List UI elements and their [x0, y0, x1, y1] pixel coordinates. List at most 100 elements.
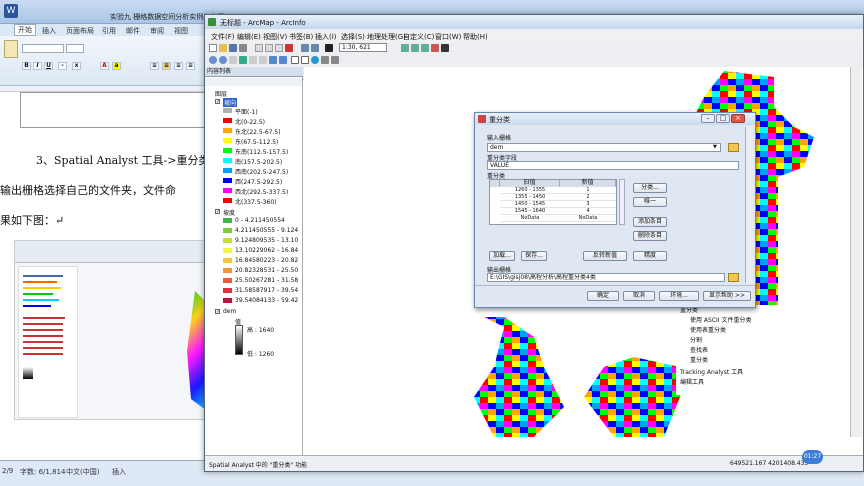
paste-icon[interactable] [4, 40, 18, 58]
undo-icon[interactable] [301, 44, 309, 52]
minimize-button[interactable]: – [701, 114, 715, 123]
layer-aspect-checkbox[interactable]: ✓ [215, 99, 220, 105]
align-center-button[interactable]: ≡ [162, 62, 171, 70]
load-button[interactable]: 加载... [489, 251, 515, 261]
old-value-cell[interactable]: 1450 - 1545 [500, 201, 560, 208]
reclass-table[interactable]: 旧值 新值 1260 - 1355 1 1355 - 1450 2 1450 -… [489, 179, 617, 225]
menu-help[interactable]: 帮助(H) [463, 32, 488, 42]
highlight-button[interactable]: a [112, 62, 121, 70]
menu-selection[interactable]: 选择(S) [341, 32, 365, 42]
input-raster-select[interactable]: dem [487, 143, 721, 152]
menu-edit[interactable]: 编辑(E) [237, 32, 261, 42]
classify-button[interactable]: 分类... [633, 183, 667, 193]
precision-button[interactable]: 精度 [633, 251, 667, 261]
menu-view[interactable]: 视图(V) [263, 32, 287, 42]
folder-icon[interactable] [728, 273, 739, 282]
output-raster-input[interactable]: E:\GIS\gisj08\高程分析\高程重分类4类 [487, 273, 725, 282]
catalog-icon[interactable] [421, 44, 429, 52]
map-vertical-scrollbar[interactable] [850, 67, 862, 437]
toolbox-item[interactable]: 编辑工具 [680, 377, 704, 386]
cut-icon[interactable] [255, 44, 263, 52]
layer-dem-checkbox[interactable]: ✓ [215, 309, 220, 315]
layer-dem-name[interactable]: dem [223, 308, 236, 315]
font-name-box[interactable] [22, 44, 64, 53]
fixed-zoom-out-icon[interactable] [259, 56, 267, 64]
menu-windows[interactable]: 窗口(W) [435, 32, 461, 42]
toolbox-item[interactable]: 使用 ASCII 文件重分类 [690, 315, 751, 324]
toolbox-item[interactable]: 重分类 [690, 355, 708, 364]
toolbox-item[interactable]: 分割 [690, 335, 702, 344]
layer-slope-name[interactable]: 坡度 [223, 208, 235, 217]
unique-button[interactable]: 唯一 [633, 197, 667, 207]
add-data-icon[interactable] [325, 44, 333, 52]
tab-insert[interactable]: 插入 [42, 26, 56, 36]
dialog-scrollbar[interactable] [745, 127, 753, 283]
save-button[interactable]: 保存... [521, 251, 547, 261]
print-icon[interactable] [239, 44, 247, 52]
paste-icon[interactable] [275, 44, 283, 52]
menu-bookmarks[interactable]: 书签(B) [289, 32, 313, 42]
delete-entries-button[interactable]: 删除条目 [633, 231, 667, 241]
font-size-box[interactable] [66, 44, 84, 53]
underline-button[interactable]: U [44, 62, 53, 70]
toc-root-layers[interactable]: 图层 [215, 89, 227, 98]
old-value-cell[interactable]: 1545 - 1640 [500, 208, 560, 215]
font-color-button[interactable]: A [100, 62, 109, 70]
folder-icon[interactable] [728, 143, 739, 152]
fixed-zoom-in-icon[interactable] [249, 56, 257, 64]
reverse-new-values-button[interactable]: 反转新值 [583, 251, 627, 261]
align-left-button[interactable]: ≡ [150, 62, 159, 70]
editor-icon[interactable] [401, 44, 409, 52]
italic-button[interactable]: I [33, 62, 42, 70]
identify-icon[interactable] [311, 56, 319, 64]
new-value-cell[interactable]: 2 [560, 194, 616, 201]
new-value-cell[interactable]: 1 [560, 187, 616, 194]
copy-icon[interactable] [265, 44, 273, 52]
old-value-cell[interactable]: 1260 - 1355 [500, 187, 560, 194]
redo-icon[interactable] [311, 44, 319, 52]
zoom-in-icon[interactable] [209, 56, 217, 64]
strikethrough-button[interactable]: - [58, 62, 67, 70]
old-value-cell[interactable]: NoData [500, 215, 560, 222]
tab-page-layout[interactable]: 页面布局 [66, 26, 94, 36]
toolbox-item[interactable]: 使用表重分类 [690, 325, 726, 334]
menu-file[interactable]: 文件(F) [211, 32, 235, 42]
python-icon[interactable] [441, 44, 449, 52]
add-entry-button[interactable]: 添加条目 [633, 217, 667, 227]
toolbox-item[interactable]: Tracking Analyst 工具 [680, 367, 743, 376]
cancel-button[interactable]: 取消 [623, 291, 655, 301]
table-scrollbar[interactable] [619, 179, 625, 225]
new-value-cell[interactable]: 4 [560, 208, 616, 215]
tab-view[interactable]: 视图 [174, 26, 188, 36]
show-help-button[interactable]: 显示帮助 >> [703, 291, 751, 301]
tab-home[interactable]: 开始 [14, 24, 36, 36]
forward-extent-icon[interactable] [279, 56, 287, 64]
select-features-icon[interactable] [291, 56, 299, 64]
full-extent-icon[interactable] [239, 56, 247, 64]
find-icon[interactable] [321, 56, 329, 64]
tab-mailings[interactable]: 邮件 [126, 26, 140, 36]
new-value-cell[interactable]: NoData [560, 215, 616, 222]
environments-button[interactable]: 环境... [659, 291, 699, 301]
tab-references[interactable]: 引用 [102, 26, 116, 36]
subscript-button[interactable]: x [72, 62, 81, 70]
align-right-button[interactable]: ≡ [174, 62, 183, 70]
toc-icon[interactable] [411, 44, 419, 52]
toolbox-icon[interactable] [431, 44, 439, 52]
layer-slope-checkbox[interactable]: ✓ [215, 209, 220, 215]
maximize-button[interactable]: □ [716, 114, 730, 123]
measure-icon[interactable] [331, 56, 339, 64]
old-value-cell[interactable]: 1355 - 1450 [500, 194, 560, 201]
delete-icon[interactable] [285, 44, 293, 52]
save-icon[interactable] [229, 44, 237, 52]
back-extent-icon[interactable] [269, 56, 277, 64]
select-elements-icon[interactable] [301, 56, 309, 64]
menu-customize[interactable]: 自定义(C) [403, 32, 434, 42]
open-icon[interactable] [219, 44, 227, 52]
toolbox-item[interactable]: 查找表 [690, 345, 708, 354]
layer-aspect-name[interactable]: 坡向 [223, 98, 238, 107]
ok-button[interactable]: 确定 [587, 291, 619, 301]
pan-icon[interactable] [229, 56, 237, 64]
tab-review[interactable]: 审阅 [150, 26, 164, 36]
new-value-cell[interactable]: 3 [560, 201, 616, 208]
